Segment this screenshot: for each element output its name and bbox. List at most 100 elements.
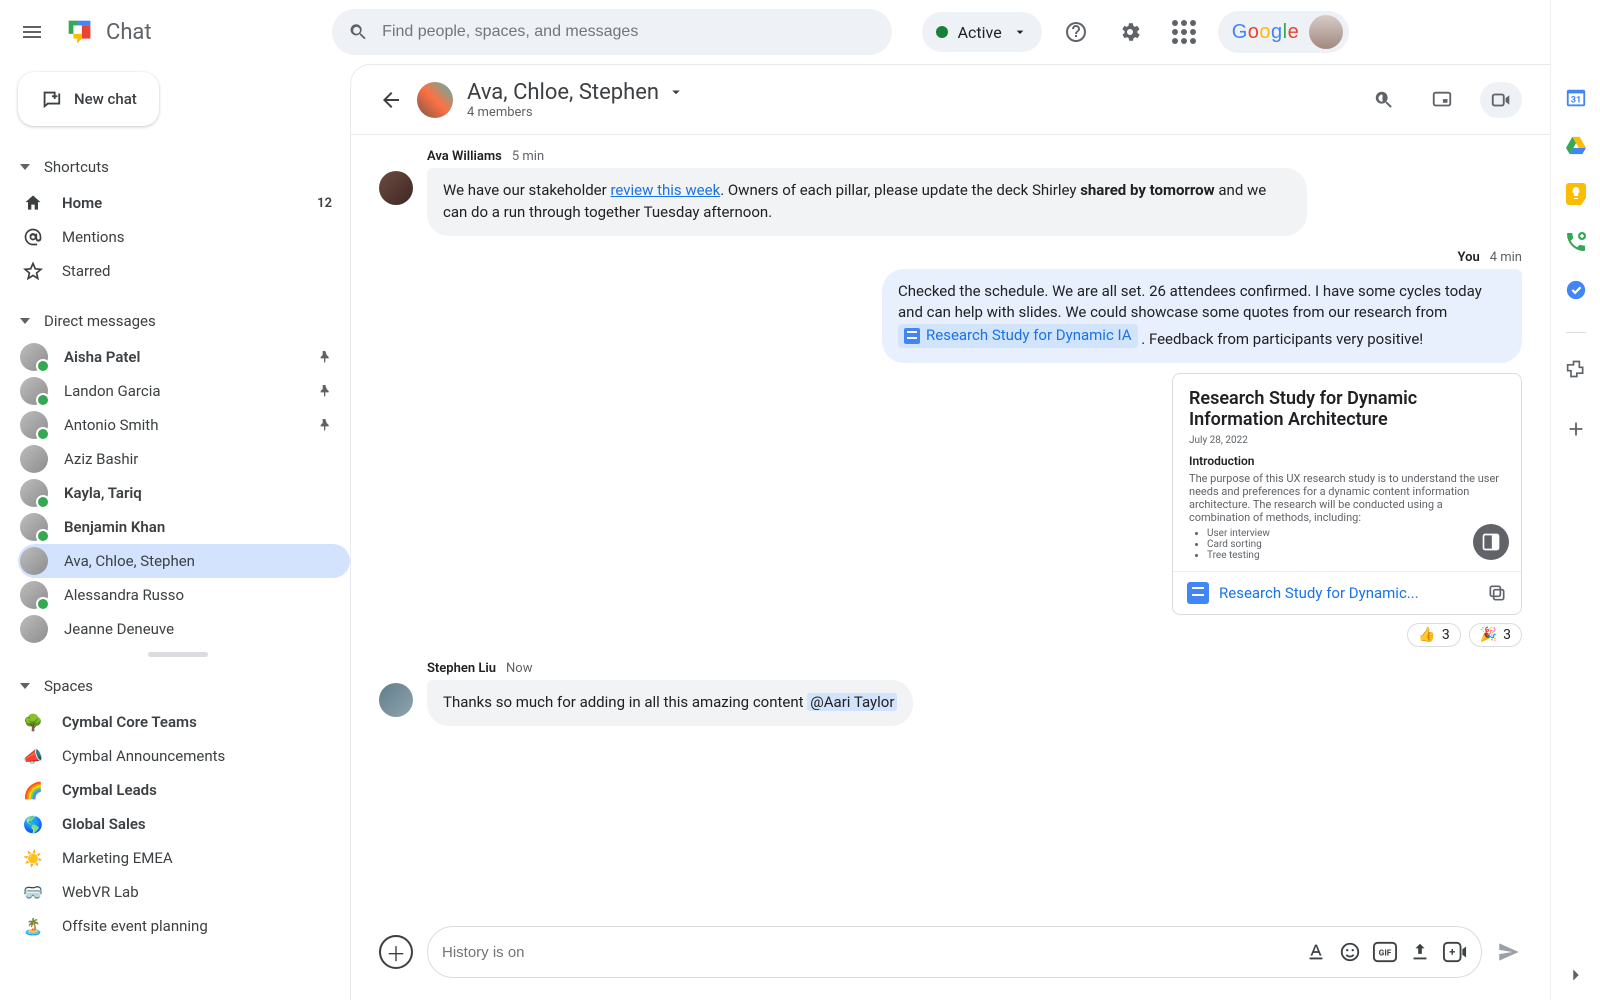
tasks-app-icon[interactable]	[1564, 278, 1588, 302]
space-item[interactable]: 📣 Cymbal Announcements	[18, 739, 350, 773]
chat-logo-icon	[60, 12, 100, 52]
gif-button[interactable]: GIF	[1373, 941, 1397, 963]
reaction-chip[interactable]: 🎉3	[1469, 623, 1522, 647]
collapse-icon	[20, 164, 30, 170]
home-badge: 12	[317, 196, 332, 211]
status-label: Active	[958, 23, 1002, 42]
dm-item[interactable]: Kayla, Tariq	[18, 476, 350, 510]
space-item[interactable]: ☀️Marketing EMEA	[18, 841, 350, 875]
search-bar[interactable]	[332, 9, 892, 55]
author-avatar[interactable]	[379, 683, 413, 717]
video-message-button[interactable]: +	[1443, 941, 1467, 963]
contact-avatar	[20, 343, 48, 371]
sidebar-resize-handle[interactable]	[148, 652, 208, 657]
home-label: Home	[62, 194, 301, 212]
video-call-button[interactable]	[1480, 82, 1522, 118]
top-bar: Chat Active Google	[0, 0, 1550, 64]
dm-item[interactable]: Aisha Patel	[18, 340, 350, 374]
mentions-icon	[20, 227, 46, 247]
space-item[interactable]: 🥽WebVR Lab	[18, 875, 350, 909]
calendar-app-icon[interactable]: 31	[1564, 86, 1588, 110]
conversation-title-button[interactable]: Ava, Chloe, Stephen	[467, 80, 685, 105]
new-chat-button[interactable]: New chat	[18, 72, 159, 126]
space-name: WebVR Lab	[62, 883, 139, 901]
send-button[interactable]	[1496, 939, 1522, 965]
space-item[interactable]: 🌈Cymbal Leads	[18, 773, 350, 807]
compose-bar: ＋ GIF +	[351, 916, 1550, 1000]
dm-item[interactable]: Antonio Smith	[18, 408, 350, 442]
dm-item[interactable]: Aziz Bashir	[18, 442, 350, 476]
compose-icon	[40, 88, 62, 110]
dm-section-header[interactable]: Direct messages	[18, 302, 350, 340]
add-attachment-button[interactable]: ＋	[379, 935, 413, 969]
reaction-chip[interactable]: 👍3	[1407, 623, 1460, 647]
apps-grid-icon	[1172, 20, 1196, 44]
message-time: Now	[506, 661, 532, 676]
user-avatar[interactable]	[1309, 15, 1343, 49]
svg-text:+: +	[1449, 946, 1455, 959]
addons-button[interactable]	[1564, 357, 1588, 381]
main-menu-button[interactable]	[8, 8, 56, 56]
dm-item[interactable]: Jeanne Deneuve	[18, 612, 350, 646]
new-chat-label: New chat	[74, 90, 137, 108]
compose-input[interactable]	[442, 944, 1293, 961]
nav-mentions[interactable]: Mentions	[18, 220, 350, 254]
doc-preview-card[interactable]: Research Study for Dynamic Information A…	[1172, 373, 1522, 615]
pin-icon	[316, 417, 332, 433]
message-list[interactable]: Ava Williams5 min We have our stakeholde…	[351, 135, 1550, 916]
format-button[interactable]	[1305, 941, 1327, 963]
dm-item[interactable]: Ava, Chloe, Stephen	[18, 544, 350, 578]
compose-input-container[interactable]: GIF +	[427, 926, 1482, 978]
nav-starred[interactable]: Starred	[18, 254, 350, 288]
card-bullets: User interviewCard sortingTree testing	[1207, 528, 1505, 561]
hide-side-panel-button[interactable]	[1565, 964, 1587, 986]
help-button[interactable]	[1056, 12, 1096, 52]
message: Ava Williams5 min We have our stakeholde…	[379, 149, 1522, 236]
account-switcher[interactable]: Google	[1218, 11, 1350, 53]
keep-app-icon[interactable]	[1564, 182, 1588, 206]
dm-list: Aisha Patel Landon Garcia Antonio Smith …	[18, 340, 350, 646]
settings-button[interactable]	[1110, 12, 1150, 52]
get-addons-button[interactable]	[1564, 417, 1588, 441]
upload-button[interactable]	[1409, 941, 1431, 963]
space-name: Marketing EMEA	[62, 849, 173, 867]
contact-name: Landon Garcia	[64, 382, 300, 400]
inline-link[interactable]: review this week	[610, 181, 720, 199]
dm-item[interactable]: Benjamin Khan	[18, 510, 350, 544]
copy-link-button[interactable]	[1487, 583, 1507, 603]
card-blurb: The purpose of this UX research study is…	[1189, 472, 1505, 524]
status-selector[interactable]: Active	[922, 12, 1042, 52]
docs-icon	[904, 328, 920, 344]
space-item[interactable]: 🌳Cymbal Core Teams	[18, 705, 350, 739]
dm-item[interactable]: Landon Garcia	[18, 374, 350, 408]
star-icon	[20, 261, 46, 281]
open-side-panel-button[interactable]	[1473, 524, 1509, 560]
mentions-label: Mentions	[62, 228, 332, 246]
shortcuts-section-header[interactable]: Shortcuts	[18, 148, 350, 186]
present-button[interactable]	[1422, 80, 1462, 120]
apps-button[interactable]	[1164, 12, 1204, 52]
space-emoji: 📣	[20, 747, 46, 766]
contact-name: Benjamin Khan	[64, 518, 332, 536]
search-conversation-button[interactable]	[1364, 80, 1404, 120]
emoji-button[interactable]	[1339, 941, 1361, 963]
product-logo[interactable]: Chat	[60, 12, 152, 52]
back-button[interactable]	[379, 88, 403, 112]
drive-app-icon[interactable]	[1564, 134, 1588, 158]
mention-chip[interactable]: @Aari Taylor	[807, 693, 897, 711]
contacts-app-icon[interactable]	[1564, 230, 1588, 254]
spaces-section-header[interactable]: Spaces	[18, 667, 350, 705]
doc-chip[interactable]: Research Study for Dynamic IA	[898, 324, 1138, 348]
conversation-header: Ava, Chloe, Stephen 4 members	[351, 65, 1550, 135]
space-item[interactable]: 🌎Global Sales	[18, 807, 350, 841]
dm-item[interactable]: Alessandra Russo	[18, 578, 350, 612]
conversation-actions	[1364, 80, 1522, 120]
google-logo-text: Google	[1232, 21, 1300, 44]
space-name: Cymbal Announcements	[62, 747, 225, 765]
svg-text:31: 31	[1570, 96, 1581, 106]
nav-home[interactable]: Home 12	[18, 186, 350, 220]
author-avatar[interactable]	[379, 171, 413, 205]
search-input[interactable]	[382, 23, 875, 41]
space-item[interactable]: 🏝️Offsite event planning	[18, 909, 350, 943]
card-footer-link[interactable]: Research Study for Dynamic...	[1219, 584, 1477, 602]
